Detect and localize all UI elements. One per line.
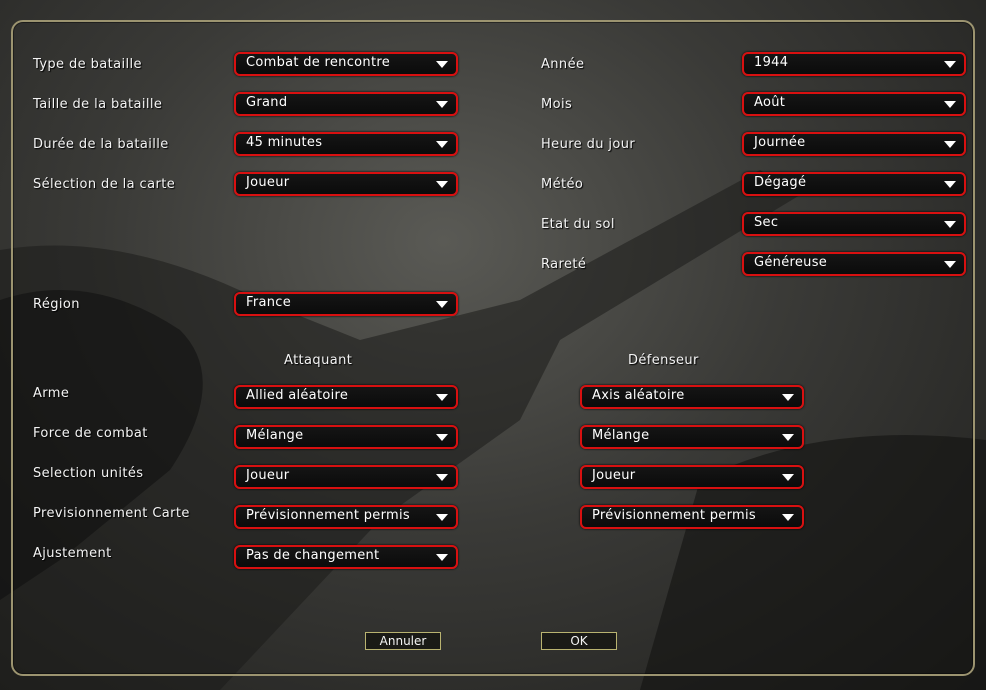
duree-bataille-value: 45 minutes — [246, 135, 323, 150]
type-bataille-value: Combat de rencontre — [246, 55, 391, 70]
attaquant-selection-dropdown[interactable]: Joueur — [234, 465, 458, 489]
region-value: France — [246, 295, 292, 310]
etat-sol-value: Sec — [754, 215, 779, 230]
heure-dropdown[interactable]: Journée — [742, 132, 966, 156]
attaquant-previsionnement-value: Prévisionnement permis — [246, 508, 410, 523]
rarete-dropdown[interactable]: Généreuse — [742, 252, 966, 276]
mois-value: Août — [754, 95, 786, 110]
etat-sol-label: Etat du sol — [541, 217, 615, 232]
force-combat-label: Force de combat — [33, 426, 148, 441]
chevron-down-icon — [944, 221, 956, 228]
chevron-down-icon — [436, 394, 448, 401]
region-label: Région — [33, 297, 80, 312]
chevron-down-icon — [436, 554, 448, 561]
defenseur-force-dropdown[interactable]: Mélange — [580, 425, 804, 449]
defenseur-previsionnement-value: Prévisionnement permis — [592, 508, 756, 523]
attaquant-ajustement-value: Pas de changement — [246, 548, 380, 563]
defenseur-arme-dropdown[interactable]: Axis aléatoire — [580, 385, 804, 409]
chevron-down-icon — [944, 261, 956, 268]
selection-unites-label: Selection unités — [33, 466, 144, 481]
selection-carte-label: Sélection de la carte — [33, 177, 176, 192]
meteo-label: Météo — [541, 177, 584, 192]
annee-dropdown[interactable]: 1944 — [742, 52, 966, 76]
arme-label: Arme — [33, 386, 70, 401]
taille-bataille-value: Grand — [246, 95, 288, 110]
attaquant-arme-dropdown[interactable]: Allied aléatoire — [234, 385, 458, 409]
attaquant-selection-value: Joueur — [246, 468, 290, 483]
previsionnement-carte-label: Previsionnement Carte — [33, 506, 190, 521]
chevron-down-icon — [436, 141, 448, 148]
meteo-dropdown[interactable]: Dégagé — [742, 172, 966, 196]
attaquant-previsionnement-dropdown[interactable]: Prévisionnement permis — [234, 505, 458, 529]
chevron-down-icon — [436, 434, 448, 441]
chevron-down-icon — [782, 514, 794, 521]
heure-value: Journée — [754, 135, 806, 150]
chevron-down-icon — [436, 101, 448, 108]
chevron-down-icon — [782, 394, 794, 401]
attaquant-force-value: Mélange — [246, 428, 304, 443]
taille-bataille-dropdown[interactable]: Grand — [234, 92, 458, 116]
meteo-value: Dégagé — [754, 175, 807, 190]
taille-bataille-label: Taille de la bataille — [33, 97, 163, 112]
chevron-down-icon — [782, 474, 794, 481]
region-dropdown[interactable]: France — [234, 292, 458, 316]
mois-dropdown[interactable]: Août — [742, 92, 966, 116]
defenseur-force-value: Mélange — [592, 428, 650, 443]
duree-bataille-label: Durée de la bataille — [33, 137, 169, 152]
attaquant-arme-value: Allied aléatoire — [246, 388, 349, 403]
defenseur-previsionnement-dropdown[interactable]: Prévisionnement permis — [580, 505, 804, 529]
chevron-down-icon — [436, 181, 448, 188]
chevron-down-icon — [436, 61, 448, 68]
defenseur-arme-value: Axis aléatoire — [592, 388, 685, 403]
selection-carte-dropdown[interactable]: Joueur — [234, 172, 458, 196]
defenseur-selection-dropdown[interactable]: Joueur — [580, 465, 804, 489]
rarete-value: Généreuse — [754, 255, 828, 270]
type-bataille-dropdown[interactable]: Combat de rencontre — [234, 52, 458, 76]
duree-bataille-dropdown[interactable]: 45 minutes — [234, 132, 458, 156]
chevron-down-icon — [944, 141, 956, 148]
chevron-down-icon — [436, 301, 448, 308]
defenseur-heading: Défenseur — [628, 353, 699, 368]
rarete-label: Rareté — [541, 257, 587, 272]
ok-button[interactable]: OK — [541, 632, 617, 650]
chevron-down-icon — [944, 181, 956, 188]
attaquant-ajustement-dropdown[interactable]: Pas de changement — [234, 545, 458, 569]
heure-label: Heure du jour — [541, 137, 636, 152]
defenseur-selection-value: Joueur — [592, 468, 636, 483]
annee-value: 1944 — [754, 55, 789, 70]
cancel-button[interactable]: Annuler — [365, 632, 441, 650]
annee-label: Année — [541, 57, 585, 72]
chevron-down-icon — [436, 474, 448, 481]
etat-sol-dropdown[interactable]: Sec — [742, 212, 966, 236]
selection-carte-value: Joueur — [246, 175, 290, 190]
type-bataille-label: Type de bataille — [33, 57, 142, 72]
settings-panel — [11, 20, 975, 676]
chevron-down-icon — [782, 434, 794, 441]
attaquant-heading: Attaquant — [284, 353, 353, 368]
ajustement-label: Ajustement — [33, 546, 112, 561]
mois-label: Mois — [541, 97, 573, 112]
chevron-down-icon — [944, 61, 956, 68]
chevron-down-icon — [944, 101, 956, 108]
chevron-down-icon — [436, 514, 448, 521]
attaquant-force-dropdown[interactable]: Mélange — [234, 425, 458, 449]
